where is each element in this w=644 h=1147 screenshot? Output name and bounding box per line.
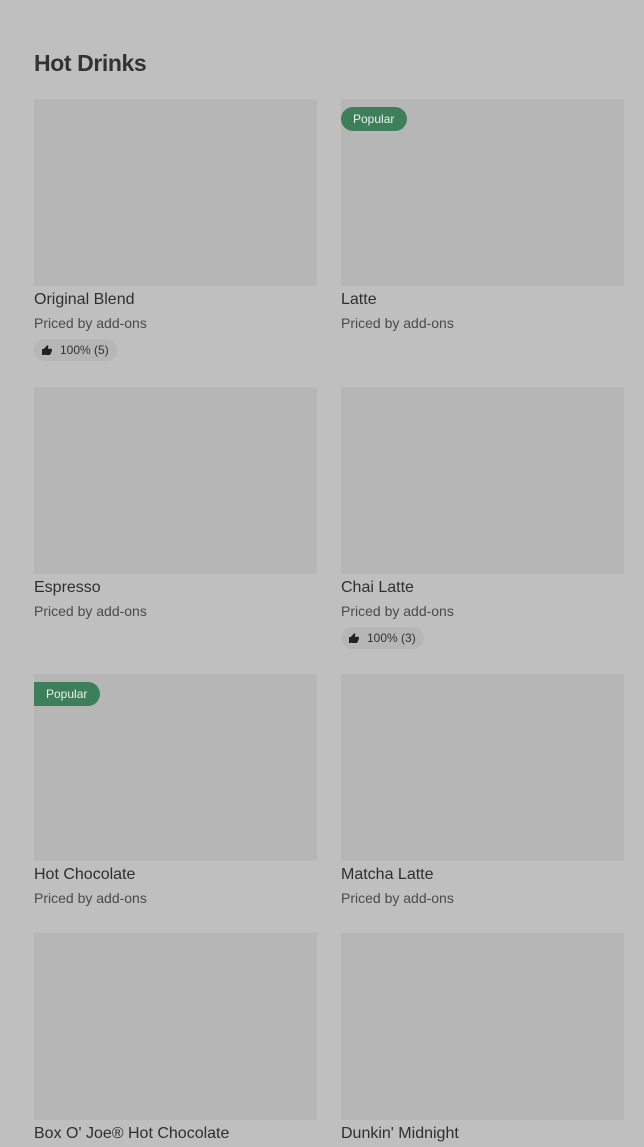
item-image (341, 933, 624, 1120)
rating-text: 100% (5) (60, 343, 109, 357)
rating-text: 100% (3) (367, 631, 416, 645)
item-price: Priced by add-ons (341, 890, 454, 906)
item-image (34, 933, 317, 1120)
item-image: Popular (341, 99, 624, 286)
item-price: Priced by add-ons (34, 315, 147, 331)
item-name: Box O' Joe® Hot Chocolate (34, 1125, 230, 1142)
popular-badge: Popular (341, 107, 408, 131)
menu-grid: Original Blend Priced by add-ons 100% (5… (34, 99, 624, 1144)
item-price: Priced by add-ons (34, 603, 147, 619)
item-name: Chai Latte (341, 579, 414, 596)
item-name: Espresso (34, 579, 101, 596)
rating-badge: 100% (5) (34, 339, 117, 361)
item-price: Priced by add-ons (341, 315, 454, 331)
item-name: Original Blend (34, 291, 135, 308)
item-price: Priced by add-ons (341, 603, 454, 619)
section-title: Hot Drinks (34, 50, 147, 76)
menu-item-matcha-latte[interactable]: Matcha Latte Priced by add-ons (341, 674, 624, 907)
item-name: Hot Chocolate (34, 866, 136, 883)
item-image: Popular (34, 674, 317, 861)
item-name: Dunkin' Midnight (341, 1125, 459, 1142)
menu-item-original-blend[interactable]: Original Blend Priced by add-ons 100% (5… (34, 99, 317, 361)
menu-item-espresso[interactable]: Espresso Priced by add-ons (34, 387, 317, 649)
item-image (34, 387, 317, 574)
menu-item-hot-chocolate[interactable]: Popular Hot Chocolate Priced by add-ons (34, 674, 317, 907)
item-image (34, 99, 317, 286)
rating-badge: 100% (3) (341, 627, 424, 649)
menu-item-chai-latte[interactable]: Chai Latte Priced by add-ons 100% (3) (341, 387, 624, 649)
menu-item-dunkin-midnight[interactable]: Dunkin' Midnight (341, 933, 624, 1144)
item-price: Priced by add-ons (34, 890, 147, 906)
item-name: Matcha Latte (341, 866, 434, 883)
menu-item-latte[interactable]: Popular Latte Priced by add-ons (341, 99, 624, 361)
previous-section-remnant (0, 0, 644, 2)
thumbs-up-icon (42, 345, 52, 355)
thumbs-up-icon (349, 633, 359, 643)
item-image (341, 674, 624, 861)
item-name: Latte (341, 291, 377, 308)
item-image (341, 387, 624, 574)
menu-item-box-o-joe-hot-chocolate[interactable]: Box O' Joe® Hot Chocolate (34, 933, 317, 1144)
popular-badge: Popular (34, 682, 101, 706)
